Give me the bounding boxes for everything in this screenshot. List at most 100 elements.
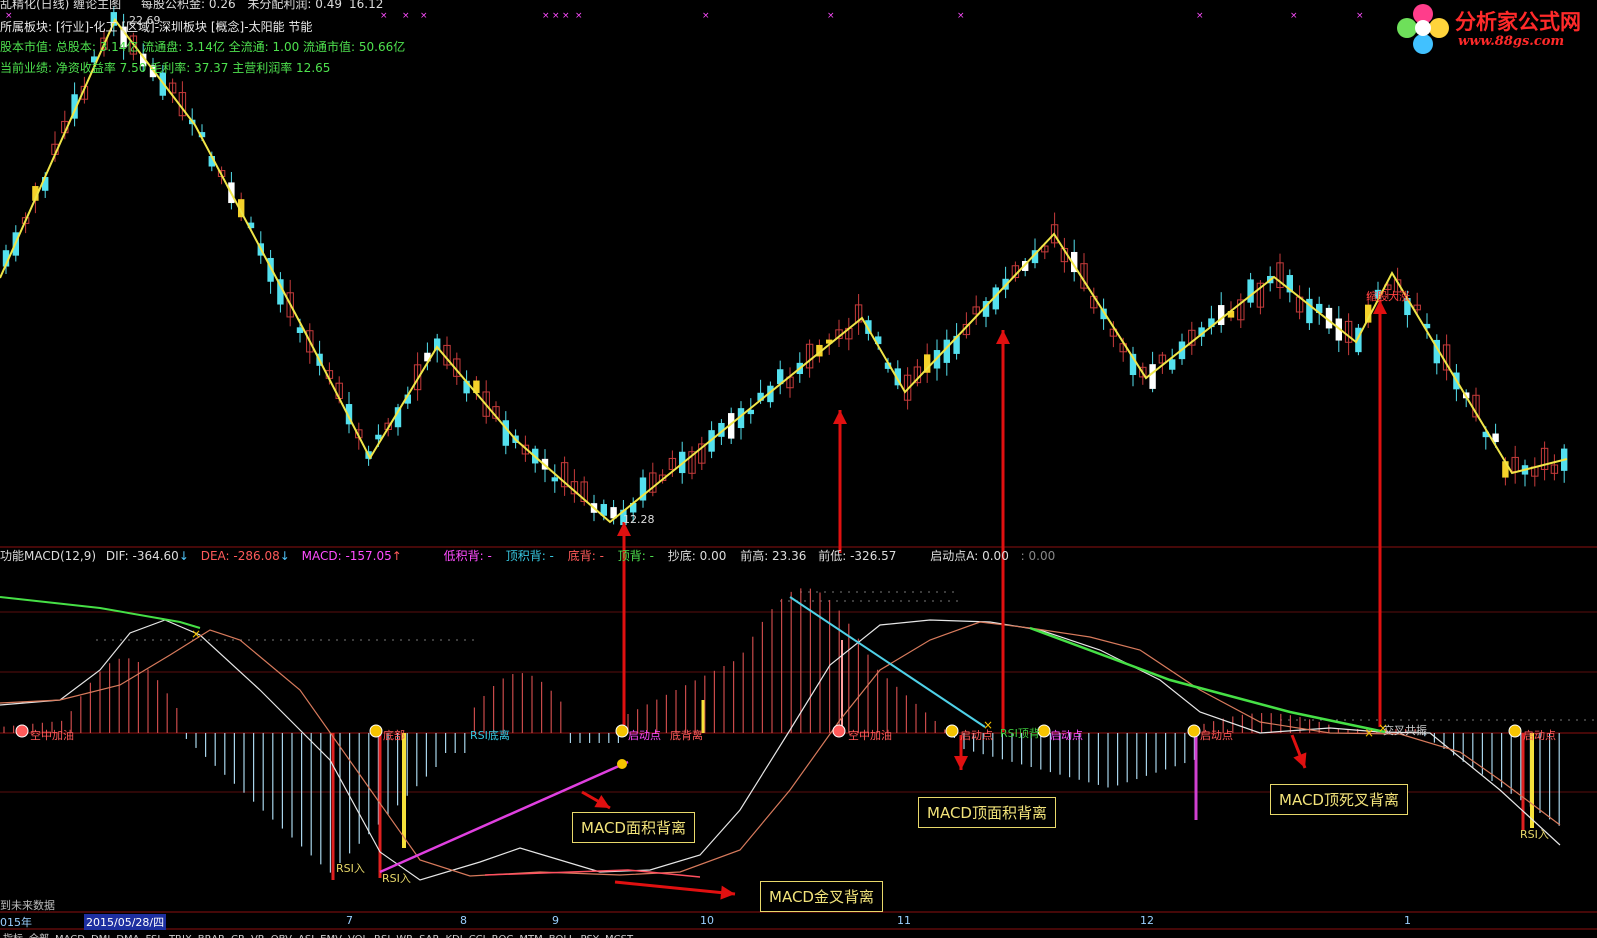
flower-logo-icon (1397, 4, 1449, 54)
indicator-tab[interactable]: FSL (142, 934, 166, 938)
signal-label: 空中加油 (30, 729, 74, 742)
price-zigzag-line (0, 18, 1568, 524)
indicator-tab[interactable]: PSY (578, 934, 603, 938)
top-area-value: 顶积背: - (505, 549, 554, 563)
month-label: 9 (552, 914, 559, 927)
indicator-tab[interactable]: EMV (317, 934, 345, 938)
indicator-tab[interactable]: VR (248, 934, 268, 938)
indicator-tab[interactable]: KDJ (442, 934, 465, 938)
signal-label: 启动点 (1050, 729, 1083, 742)
indicator-tab[interactable]: 指标 (0, 934, 26, 938)
month-label: 7 (346, 914, 353, 927)
signal-dot-icon (15, 724, 29, 738)
up-arrow-icon-head (833, 410, 847, 424)
low-area-value: 低积背: - (443, 549, 492, 563)
indicator-tab[interactable]: DMA (113, 934, 142, 938)
start-point-value: 启动点A: 0.00 (930, 549, 1009, 563)
sell-marker-icon: × (1290, 11, 1298, 21)
signal-dot-icon (945, 724, 959, 738)
rsi-label: RSI入 (336, 862, 365, 875)
indicator-tab[interactable]: CCI (466, 934, 489, 938)
sell-marker-icon: × (562, 11, 570, 21)
year-label: 015年 (0, 916, 32, 929)
bottom-value: 底背: - (567, 549, 604, 563)
sell-marker-icon: × (420, 11, 428, 21)
indicator-title: 功能MACD(12,9) (0, 549, 97, 563)
top-value: 顶背: - (617, 549, 654, 563)
indicator-tab[interactable]: WR (393, 934, 416, 938)
indicator-tab[interactable]: DMI (88, 934, 113, 938)
dea-value: DEA: -286.08 (200, 549, 280, 563)
window-title: 乱精化(日线) 缠论主图 每股公积金: 0.26 未分配利润: 0.49 (0, 0, 342, 14)
indicator-tab[interactable]: MTM (516, 934, 545, 938)
indicator-tab[interactable]: SAR (416, 934, 442, 938)
sell-marker-icon: × (957, 11, 965, 21)
indicator-tab[interactable]: MACD (52, 934, 88, 938)
site-logo[interactable] (1395, 2, 1451, 61)
indicator-header: 功能MACD(12,9) DIF: -364.60↓ DEA: -286.08↓… (0, 547, 1055, 564)
indicator-tab[interactable]: OBV (268, 934, 295, 938)
bottom-buy-value: 抄底: 0.00 (667, 549, 727, 563)
indicator-tab[interactable]: TRIX (166, 934, 195, 938)
date-cursor-label: 2015/05/28/四 (84, 914, 167, 930)
indicator-tab[interactable]: BRAR (195, 934, 228, 938)
future-data-label[interactable]: 到未来数据 (0, 897, 55, 913)
indicator-tab[interactable]: CR (228, 934, 248, 938)
indicator-tab[interactable]: 全部 (26, 934, 52, 938)
signal-label: 交叉共振 (1383, 724, 1427, 737)
rsi-label: RSI入 (1520, 828, 1549, 841)
month-label: 11 (897, 914, 911, 927)
signal-dot-icon (832, 724, 846, 738)
sell-marker-icon: × (575, 11, 583, 21)
indicator-tab[interactable]: MCST (602, 934, 636, 938)
indicator-tab[interactable]: VOL (345, 934, 371, 938)
indicator-tab[interactable]: RSI (371, 934, 393, 938)
sell-marker-icon: × (1196, 11, 1204, 21)
fund-value: 每股公积金: 0.26 (141, 0, 236, 11)
low-price-label: 12.28 (623, 513, 655, 526)
prev-low-value: 前低: -326.57 (818, 549, 897, 563)
indicator-tab-bar[interactable]: 指标全部MACDDMIDMAFSLTRIXBRARCRVROBVASIEMVVO… (0, 930, 636, 938)
candlestick-series[interactable] (2, 6, 1568, 532)
candle-body (1169, 359, 1176, 370)
dif-value: DIF: -364.60 (105, 549, 179, 563)
signal-icons: ×× ×× (15, 627, 1522, 769)
sell-marker-icon: × (702, 11, 710, 21)
stock-event-label: 缩股大涨 (1366, 290, 1410, 303)
signal-label: RSI顶背 (1000, 727, 1040, 740)
down-arrow-icon-head (954, 756, 968, 770)
dif-arrow-icon: ↓ (178, 549, 189, 563)
signal-label: 启动点 (960, 729, 993, 742)
dea-arrow-icon: ↓ (279, 549, 290, 563)
signal-label: 启动点 (1200, 729, 1233, 742)
signal-dot-icon (369, 724, 383, 738)
sell-marker-icon: × (542, 11, 550, 21)
rsi-label: RSI入 (382, 872, 411, 885)
sell-marker-icon: × (402, 11, 410, 21)
high-price-label: 22.69 (129, 14, 161, 27)
indicator-tab[interactable]: ASI (295, 934, 317, 938)
indicator-tab[interactable]: ROC (489, 934, 517, 938)
sell-marker-icon: × (552, 11, 560, 21)
signal-dot-icon (1508, 724, 1522, 738)
macd-arrow-icon: ↑ (391, 549, 402, 563)
signal-label: 空中加油 (848, 729, 892, 742)
logo-url: www.88gs.com (1458, 34, 1565, 49)
sell-marker-icon: × (1356, 11, 1364, 21)
indicator-tab[interactable]: BOLL (546, 934, 578, 938)
price-tag: 16.12 (349, 0, 384, 11)
chart-title: 乱精化(日线) 缠论主图 (0, 0, 122, 11)
up-arrow-icon-head (996, 330, 1010, 344)
signal-dot-icon (1187, 724, 1201, 738)
signal-label: 底背离 (670, 729, 703, 742)
capital-info: 股本市值: 总股本: 3.14亿 流通盘: 3.14亿 全流通: 1.00 流通… (0, 40, 406, 54)
month-label: 12 (1140, 914, 1154, 927)
month-label: 1 (1404, 914, 1411, 927)
candle-body (551, 477, 558, 482)
signal-dot-icon (617, 759, 627, 769)
logo-title: 分析家公式网 (1455, 10, 1581, 34)
signal-label: 启动点 (628, 729, 661, 742)
candle-body (1149, 364, 1156, 389)
annotation-macd-area: MACD面积背离 (572, 812, 695, 843)
profit-value: 未分配利润: 0.49 (247, 0, 342, 11)
